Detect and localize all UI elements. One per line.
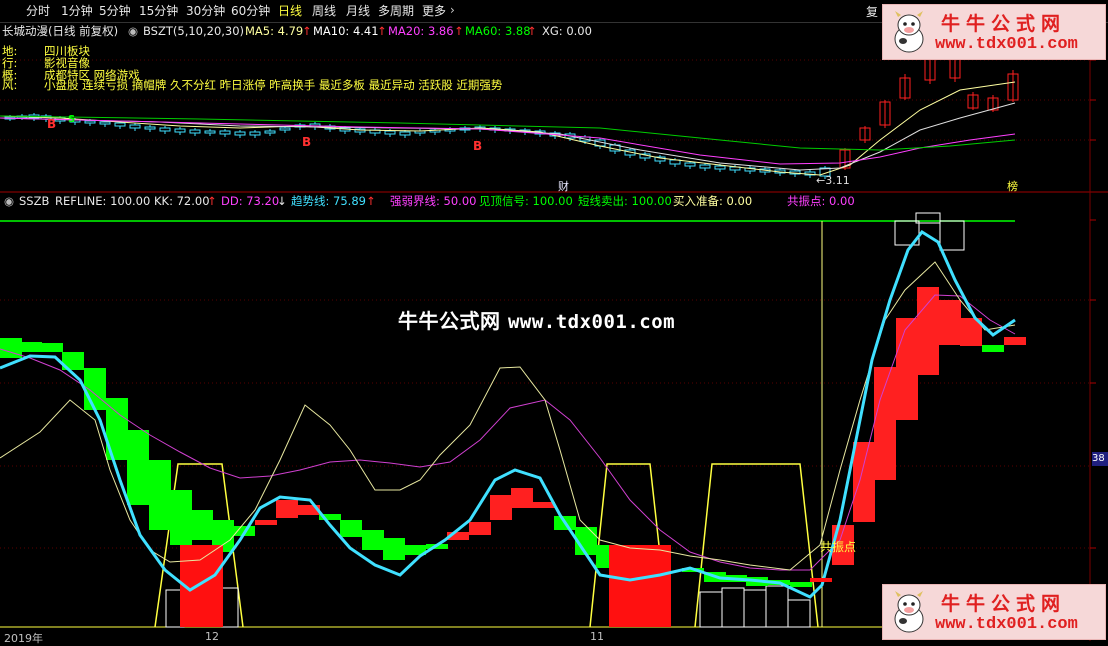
trend-block-down xyxy=(191,510,213,540)
cow-mascot-icon xyxy=(894,11,924,53)
trend-block-up xyxy=(917,287,939,375)
trend-block-up xyxy=(939,300,961,345)
settings-circle-icon[interactable]: ◉ xyxy=(128,23,138,39)
candle-body xyxy=(699,164,711,169)
cow-mascot-icon xyxy=(894,591,924,633)
trend-block-up xyxy=(276,500,298,518)
candle-body xyxy=(84,120,96,124)
buy-ready-value: 买入准备: 0.00 xyxy=(673,194,753,208)
trend-block-up xyxy=(1004,337,1026,345)
strong-weak-value: 强弱界线: 50.00 xyxy=(390,194,477,208)
candle-body xyxy=(384,130,396,135)
trend-block-down xyxy=(20,342,42,352)
top-signal-value: 见顶信号: 100.00 xyxy=(479,194,573,208)
buy-ready-bar xyxy=(609,545,671,627)
trend-block-up xyxy=(853,442,875,522)
trend-block-down xyxy=(982,345,1004,352)
trend-block-up xyxy=(469,522,491,535)
axis-value-badge: 38 xyxy=(1092,452,1108,466)
ma10-value: MA10: 4.41 xyxy=(313,24,379,38)
trend-block-up xyxy=(255,520,277,525)
arrow-up-icon: ↑ xyxy=(527,24,537,38)
buy-marker-b: B xyxy=(302,135,311,149)
trend-block-down xyxy=(84,368,106,410)
candle-body xyxy=(249,131,261,136)
candle-body xyxy=(174,128,186,133)
arrow-up-icon: ↑ xyxy=(377,24,387,38)
upper-indicator-bar: 长城动漫(日线 前复权) ◉ BSZT(5,10,20,30) MA5: 4.7… xyxy=(0,23,880,39)
low-price-label: ←3.11 xyxy=(816,174,850,187)
date-label: 2019年 xyxy=(4,632,43,645)
lower-indicator-name[interactable]: SSZB xyxy=(19,193,49,209)
candle-body xyxy=(234,131,246,136)
ma20-value: MA20: 3.86 xyxy=(388,24,454,38)
short-sell-signals xyxy=(154,463,819,628)
resonance-value: 共振点: 0.00 xyxy=(787,194,855,208)
candle-body xyxy=(159,127,171,132)
resonance-marker xyxy=(810,578,832,582)
trend-block-down xyxy=(383,538,405,560)
right-axis-ticks xyxy=(1090,59,1096,549)
candle-body xyxy=(204,130,216,134)
ma20-line xyxy=(0,117,1016,165)
lower-indicator-bar: ◉ SSZB REFLINE: 100.00 KK: 72.00 ↑ DD: 7… xyxy=(0,193,880,209)
trend-block-down xyxy=(170,490,192,545)
sell-marker-s: S xyxy=(68,114,75,125)
center-watermark: 牛牛公式网 www.tdx001.com xyxy=(398,309,676,333)
trend-block-down xyxy=(149,460,171,530)
indicator-name[interactable]: BSZT(5,10,20,30) xyxy=(143,23,244,39)
buy-marker-b: B xyxy=(473,139,482,153)
trend-block-up xyxy=(511,488,533,508)
date-label: 12 xyxy=(205,630,219,643)
finance-label[interactable]: 财 xyxy=(558,178,569,194)
trend-block-up xyxy=(896,318,918,420)
trend-block-down xyxy=(790,582,812,587)
ma60-value: MA60: 3.88 xyxy=(465,24,531,38)
xg-value: XG: 0.00 xyxy=(542,24,592,38)
buy-marker-b: B xyxy=(47,117,56,131)
candle-body xyxy=(129,124,141,129)
settings-circle-icon[interactable]: ◉ xyxy=(4,193,14,209)
candle-body xyxy=(264,130,276,134)
candle-body xyxy=(399,131,411,136)
tag-row-style: 风: 小盘股 连续亏损 摘帽牌 久不分红 昨日涨停 昨高换手 最近多板 最近异动 … xyxy=(2,78,503,92)
arrow-up-icon: ↑ xyxy=(454,24,464,38)
trend-block-down xyxy=(127,430,149,505)
stock-title[interactable]: 长城动漫(日线 前复权) xyxy=(2,23,118,39)
arrow-left-icon: ← xyxy=(816,174,826,187)
candle-body xyxy=(279,127,291,131)
candle-body xyxy=(144,126,156,130)
candle-body xyxy=(114,122,126,127)
trend-block-up xyxy=(490,495,512,520)
candle-body xyxy=(219,130,231,135)
candle-body xyxy=(189,129,201,134)
arrow-up-icon: ↑ xyxy=(302,24,312,38)
trend-value: 趋势线: 75.89 xyxy=(291,194,366,208)
candle-body xyxy=(714,165,726,170)
candle-body xyxy=(684,162,696,167)
trend-block-down xyxy=(41,343,63,352)
upper-candlesticks xyxy=(4,50,1019,179)
ranking-label[interactable]: 榜 xyxy=(1007,178,1018,194)
kk-value: KK: 72.00 xyxy=(154,194,210,208)
trend-block-down xyxy=(340,520,362,537)
ma60-line xyxy=(0,115,1016,151)
dd-value: DD: 73.20 xyxy=(221,194,280,208)
arrow-down-icon: ↓ xyxy=(277,194,287,208)
trend-block-down xyxy=(362,530,384,550)
arrow-up-icon: ↑ xyxy=(207,194,217,208)
trend-block-up xyxy=(874,367,896,480)
site-logo-bottom: 牛牛公式网 www.tdx001.com xyxy=(882,584,1106,640)
trend-line xyxy=(0,230,1016,599)
ma5-value: MA5: 4.79 xyxy=(245,24,304,38)
site-logo-top: 牛牛公式网 www.tdx001.com xyxy=(882,4,1106,60)
candle-body xyxy=(99,121,111,125)
short-sell-value: 短线卖出: 100.00 xyxy=(578,194,672,208)
date-label: 11 xyxy=(590,630,604,643)
resonance-point-label: 共振点 xyxy=(820,540,857,554)
arrow-up-icon: ↑ xyxy=(366,194,376,208)
trend-block-up xyxy=(533,502,555,508)
refline-value: REFLINE: 100.00 xyxy=(55,194,151,208)
